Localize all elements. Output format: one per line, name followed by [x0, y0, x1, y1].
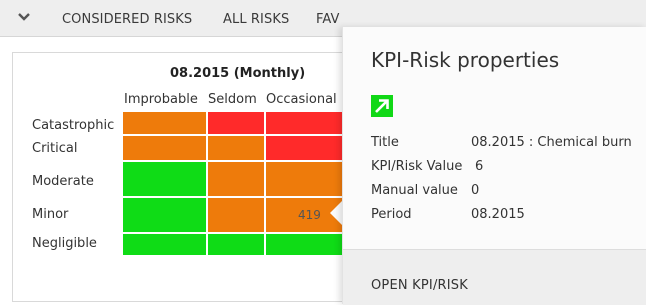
matrix-cell[interactable]: [266, 234, 342, 255]
column-header-improbable: Improbable: [124, 92, 198, 107]
row-header-moderate: Moderate: [32, 174, 94, 189]
matrix-cell[interactable]: [208, 112, 264, 134]
open-kpi-risk-button[interactable]: OPEN KPI/RISK: [371, 278, 468, 293]
matrix-cell[interactable]: [208, 234, 264, 255]
matrix-cell[interactable]: [208, 198, 264, 232]
panel-title: KPI-Risk properties: [371, 48, 560, 72]
matrix-cell[interactable]: [266, 136, 342, 160]
matrix-cell[interactable]: [123, 162, 206, 196]
matrix-cell[interactable]: [266, 162, 342, 196]
matrix-cell[interactable]: [208, 136, 264, 160]
tab-favorites[interactable]: FAV: [316, 12, 340, 27]
kpi-risk-properties-panel: KPI-Risk properties Title 08.2015 : Chem…: [342, 27, 646, 305]
tab-all-risks[interactable]: ALL RISKS: [223, 12, 289, 27]
arrow-up-right-icon: [371, 95, 393, 117]
chevron-down-icon[interactable]: [16, 9, 32, 25]
matrix-cell[interactable]: [266, 112, 342, 134]
field-label-kpi-risk-value: KPI/Risk Value: [371, 159, 463, 174]
matrix-cell[interactable]: [123, 136, 206, 160]
matrix-cell[interactable]: [123, 234, 206, 255]
matrix-cell[interactable]: [208, 162, 264, 196]
row-header-minor: Minor: [32, 207, 69, 222]
field-value-manual-value: 0: [471, 183, 480, 198]
field-label-title: Title: [371, 135, 399, 150]
row-header-negligible: Negligible: [32, 236, 97, 251]
matrix-cell[interactable]: [123, 112, 206, 134]
field-value-period: 08.2015: [471, 207, 525, 222]
field-value-title: 08.2015 : Chemical burn: [471, 135, 632, 150]
column-header-occasional: Occasional: [266, 92, 337, 107]
field-label-period: Period: [371, 207, 412, 222]
row-header-catastrophic: Catastrophic: [32, 118, 115, 133]
field-label-manual-value: Manual value: [371, 183, 458, 198]
matrix-cell-value: 419: [298, 208, 321, 222]
column-header-seldom: Seldom: [208, 92, 257, 107]
panel-footer: OPEN KPI/RISK: [343, 249, 646, 305]
matrix-cell[interactable]: [123, 198, 206, 232]
field-value-kpi-risk-value: 6: [475, 159, 484, 174]
tab-considered-risks[interactable]: CONSIDERED RISKS: [62, 12, 192, 27]
row-header-critical: Critical: [32, 141, 78, 156]
matrix-title: 08.2015 (Monthly): [170, 66, 306, 81]
